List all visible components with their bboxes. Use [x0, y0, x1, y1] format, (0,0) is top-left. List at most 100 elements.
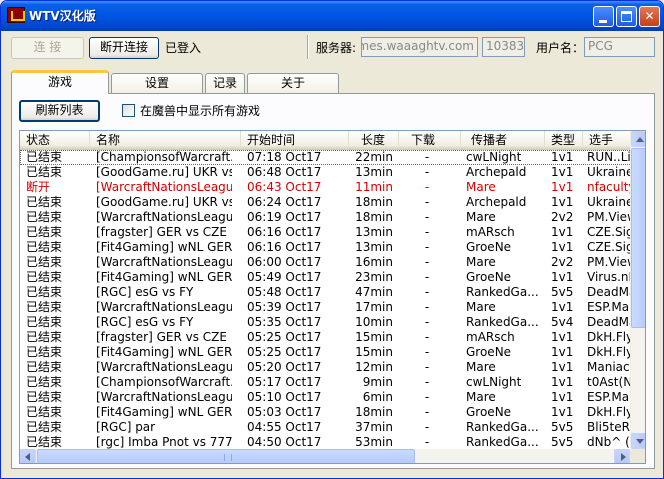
cell-length: 12min	[355, 360, 393, 374]
table-row[interactable]: 已结束 [RGC] esG vs FY 05:48 Oct17 47min - Ranke…	[20, 285, 632, 300]
table-row[interactable]: 断开 [WarcraftNationsLeagu... 06:43 Oct17 11m…	[20, 180, 632, 195]
table-row[interactable]: 已结束 [Fit4Gaming] wNL GER... 06:16 Oct17 13m…	[20, 240, 632, 255]
username-field[interactable]: PCG	[584, 37, 655, 57]
cell-length: 6min	[362, 390, 393, 404]
cell-players: ESP.Ma	[587, 390, 630, 404]
tab-settings[interactable]: 设置	[111, 73, 203, 93]
cell-caster: GroeNe	[466, 345, 512, 359]
arrow-down-icon	[636, 439, 644, 444]
minimize-button[interactable]	[593, 6, 614, 27]
table-row[interactable]: 已结束 [rgc] Imba Pnot vs 777 04:50 Oct17 53mi…	[20, 435, 632, 450]
column-header-type[interactable]: 类型	[545, 131, 583, 149]
cell-start-time: 05:25 Oct17	[247, 330, 322, 344]
cell-length: 18min	[355, 195, 393, 209]
scroll-right-button[interactable]	[614, 449, 630, 463]
horizontal-scroll-thumb[interactable]	[37, 449, 415, 463]
cell-start-time: 05:03 Oct17	[247, 405, 322, 419]
cell-caster: Archepald	[466, 165, 527, 179]
column-header-length[interactable]: 长度	[349, 131, 399, 149]
cell-name: [WarcraftNationsLeagu...	[96, 390, 232, 404]
cell-players: PM.View	[587, 210, 632, 224]
app-window: WTV汉化版 ✕ 连 接 断开连接 已登入 服务器: games.waaaght…	[0, 0, 664, 479]
vertical-scroll-thumb[interactable]	[631, 148, 645, 328]
connect-button[interactable]: 连 接	[11, 37, 84, 59]
table-row[interactable]: 已结束 [WarcraftNationsLeagu... 06:19 Oct17 18…	[20, 210, 632, 225]
table-row[interactable]: 已结束 [RGC] par 04:55 Oct17 37min - RankedGa...…	[20, 420, 632, 435]
cell-download: -	[424, 150, 430, 164]
game-list[interactable]: 状态 名称 开始时间 长度 下载 传播者 类型 选手 已结束 [Champions…	[19, 130, 646, 464]
cell-players: Maniac-	[587, 360, 632, 374]
table-row[interactable]: 已结束 [WarcraftNationsLeagu... 05:10 Oct17 6m…	[20, 390, 632, 405]
refresh-list-button[interactable]: 刷新列表	[19, 100, 100, 122]
table-row[interactable]: 已结束 [GoodGame.ru] UKR vs... 06:48 Oct17 13m…	[20, 165, 632, 180]
cell-start-time: 06:16 Oct17	[247, 225, 322, 239]
scroll-left-button[interactable]	[20, 449, 36, 463]
toolbar-divider	[307, 35, 309, 59]
cell-length: 9min	[362, 375, 393, 389]
cell-name: [WarcraftNationsLeagu...	[96, 180, 232, 194]
cell-name: [Fit4Gaming] wNL GER...	[96, 270, 232, 284]
cell-caster: RankedGa...	[466, 285, 539, 299]
cell-download: -	[424, 315, 430, 329]
cell-status: 已结束	[26, 405, 63, 419]
table-row[interactable]: 已结束 [ChampionsofWarcraft... 05:17 Oct17 9mi…	[20, 375, 632, 390]
cell-start-time: 05:48 Oct17	[247, 285, 322, 299]
table-row[interactable]: 已结束 [WarcraftNationsLeagu... 06:00 Oct17 16…	[20, 255, 632, 270]
tab-games[interactable]: 游戏	[11, 70, 109, 94]
cell-name: [GoodGame.ru] UKR vs...	[96, 195, 232, 209]
cell-name: [fragster] GER vs CZE	[96, 225, 227, 239]
cell-length: 15min	[355, 345, 393, 359]
arrow-right-icon	[621, 453, 626, 461]
table-row[interactable]: 已结束 [ChampionsofWarcraft... 07:18 Oct17 22m…	[20, 150, 632, 165]
cell-caster: Archepald	[466, 195, 527, 209]
horizontal-scrollbar[interactable]	[20, 449, 630, 463]
close-button[interactable]: ✕	[639, 6, 660, 27]
cell-download: -	[424, 270, 430, 284]
show-all-games-checkbox[interactable]	[122, 104, 135, 117]
server-field[interactable]: games.waaaghtv.com	[361, 37, 478, 57]
cell-name: [WarcraftNationsLeagu...	[96, 300, 232, 314]
tab-about[interactable]: 关于	[247, 73, 339, 93]
cell-status: 已结束	[26, 315, 63, 329]
cell-status: 已结束	[26, 375, 63, 389]
column-header-players[interactable]: 选手	[583, 131, 632, 149]
table-row[interactable]: 已结束 [WarcraftNationsLeagu... 05:20 Oct17 12…	[20, 360, 632, 375]
table-row[interactable]: 已结束 [Fit4Gaming] wNL GER... 05:03 Oct17 18m…	[20, 405, 632, 420]
column-header-start-time[interactable]: 开始时间	[241, 131, 349, 149]
maximize-button[interactable]	[616, 6, 637, 27]
cell-name: [RGC] par	[96, 420, 156, 434]
cell-start-time: 05:25 Oct17	[247, 345, 322, 359]
table-row[interactable]: 已结束 [fragster] GER vs CZE 06:16 Oct17 13min…	[20, 225, 632, 240]
cell-players: DeadMa	[587, 285, 632, 299]
cell-type: 1v1	[551, 375, 574, 389]
vertical-scrollbar[interactable]	[630, 131, 645, 449]
table-row[interactable]: 已结束 [GoodGame.ru] UKR vs... 06:24 Oct17 18m…	[20, 195, 632, 210]
server-label: 服务器:	[316, 41, 357, 55]
list-header: 状态 名称 开始时间 长度 下载 传播者 类型 选手	[20, 131, 632, 150]
cell-caster: RankedGa...	[466, 315, 539, 329]
cell-status: 已结束	[26, 225, 63, 239]
column-header-caster[interactable]: 传播者	[461, 131, 545, 149]
cell-status: 已结束	[26, 390, 63, 404]
cell-start-time: 04:50 Oct17	[247, 435, 322, 449]
tab-log[interactable]: 记录	[205, 73, 245, 93]
table-row[interactable]: 已结束 [Fit4Gaming] wNL GER... 05:25 Oct17 15m…	[20, 345, 632, 360]
table-row[interactable]: 已结束 [fragster] GER vs CZE 05:25 Oct17 15min…	[20, 330, 632, 345]
cell-caster: GroeNe	[466, 270, 512, 284]
cell-players: PM.View	[587, 255, 632, 269]
table-row[interactable]: 已结束 [WarcraftNationsLeagu... 05:39 Oct17 17…	[20, 300, 632, 315]
scroll-up-button[interactable]	[631, 131, 645, 147]
cell-players: Bli5teR	[587, 420, 630, 434]
cell-type: 2v2	[551, 210, 574, 224]
cell-name: [WarcraftNationsLeagu...	[96, 210, 232, 224]
disconnect-button[interactable]: 断开连接	[89, 37, 159, 59]
table-row[interactable]: 已结束 [Fit4Gaming] wNL GER... 05:49 Oct17 23m…	[20, 270, 632, 285]
column-header-download[interactable]: 下载	[399, 131, 461, 149]
table-row[interactable]: 已结束 [RGC] esG vs FY 05:35 Oct17 10min - Ranke…	[20, 315, 632, 330]
port-field[interactable]: 10383	[482, 37, 525, 57]
title-bar[interactable]: WTV汉化版 ✕	[1, 1, 663, 31]
cell-players: Ukraine.	[587, 195, 632, 209]
column-header-name[interactable]: 名称	[90, 131, 241, 149]
scroll-down-button[interactable]	[631, 433, 645, 449]
column-header-status[interactable]: 状态	[20, 131, 90, 149]
